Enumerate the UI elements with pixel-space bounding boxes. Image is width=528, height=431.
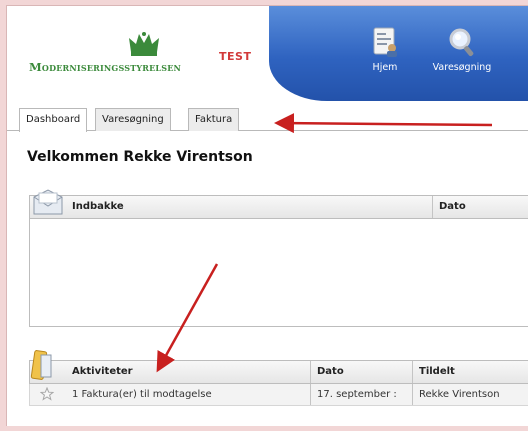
welcome-heading: Velkommen Rekke Virentson [27, 149, 253, 165]
magnifier-icon [449, 28, 474, 57]
tab-varesogning[interactable]: Varesøgning [95, 108, 171, 131]
header: TEST Moderniseringsstyrelsen Hjem Varesø… [7, 6, 528, 101]
document-person-icon [373, 27, 397, 57]
envelope-icon [33, 189, 63, 215]
nav-varesogning-label: Varesøgning [432, 62, 492, 73]
inbox-date-column-header: Dato [432, 196, 528, 218]
activities-header: Aktiviteter Dato Tildelt [29, 360, 528, 384]
inbox-header: Indbakke Dato [29, 195, 528, 219]
activity-date-cell: 17. september : [310, 384, 412, 405]
star-icon[interactable] [40, 387, 54, 401]
tab-bar: Dashboard Varesøgning Faktura [7, 104, 528, 132]
table-row[interactable]: 1 Faktura(er) til modtagelse 17. septemb… [29, 384, 528, 406]
activity-cell: 1 Faktura(er) til modtagelse [72, 389, 212, 400]
inbox-list [29, 219, 528, 327]
folder-icon [30, 350, 52, 380]
tab-faktura[interactable]: Faktura [188, 108, 240, 131]
activities-date-column-header: Dato [310, 361, 412, 383]
app-window: TEST Moderniseringsstyrelsen Hjem Varesø… [6, 5, 528, 426]
activity-assigned-cell: Rekke Virentson [412, 384, 528, 405]
tab-dashboard[interactable]: Dashboard [19, 108, 88, 132]
crown-icon [129, 32, 159, 56]
activities-assigned-column-header: Tildelt [412, 361, 528, 383]
nav-varesogning-button[interactable]: Varesøgning [427, 26, 497, 96]
nav-home-button[interactable]: Hjem [350, 26, 420, 96]
activities-column-header: Aktiviteter [72, 366, 133, 377]
nav-home-label: Hjem [372, 62, 398, 73]
inbox-column-header: Indbakke [72, 201, 124, 212]
logo: TEST Moderniseringsstyrelsen [29, 28, 259, 78]
logo-text: Moderniseringsstyrelsen [29, 60, 182, 74]
